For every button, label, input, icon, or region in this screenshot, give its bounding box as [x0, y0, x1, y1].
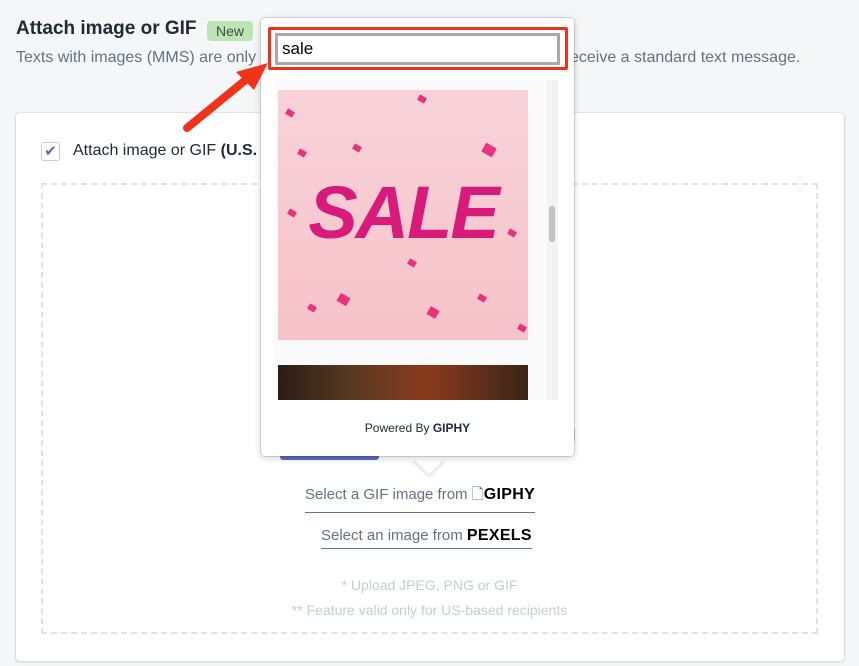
annotation-arrow-icon — [183, 63, 268, 132]
